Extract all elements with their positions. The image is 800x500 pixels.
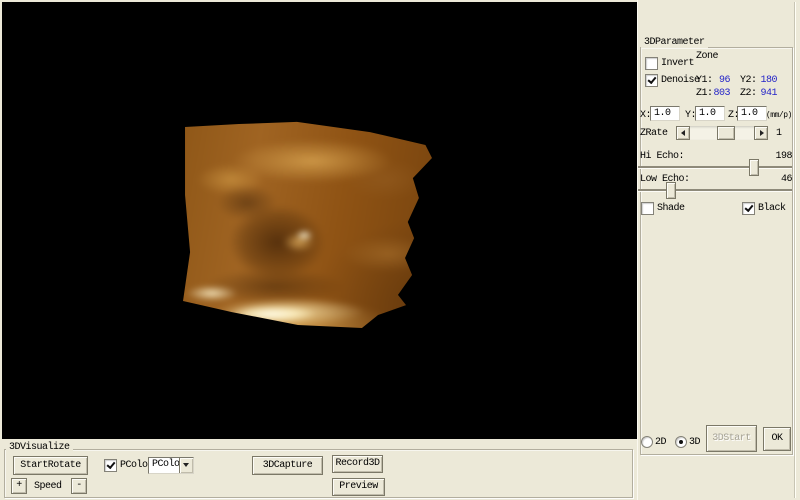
- mode-3d-radio[interactable]: [675, 436, 687, 448]
- zone-y2-value: 180: [753, 76, 777, 86]
- ok-button[interactable]: OK: [763, 427, 791, 451]
- hi-echo-value: 198: [768, 152, 792, 162]
- dropdown-arrow-icon[interactable]: [179, 458, 193, 473]
- zrate-left-arrow-icon[interactable]: [676, 126, 690, 140]
- zone-y1-value: 96: [706, 76, 730, 86]
- zrate-label: ZRate: [640, 129, 668, 139]
- low-echo-value: 46: [768, 175, 792, 185]
- mode-3d-label: 3D: [689, 438, 700, 448]
- black-label: Black: [758, 204, 786, 214]
- pcolor-dropdown[interactable]: PColor: [148, 457, 194, 474]
- zone-title: Zone: [696, 52, 718, 62]
- denoise-label: Denoise: [661, 76, 700, 86]
- app-window: 3DParameter Invert Denoise Zone X1: 104 …: [0, 0, 800, 500]
- low-echo-label: Low Echo:: [640, 175, 690, 185]
- mode-2d-label: 2D: [655, 438, 666, 448]
- 3d-viewport[interactable]: [2, 2, 637, 439]
- 3dstart-button[interactable]: 3DStart: [706, 425, 757, 452]
- start-rotate-button[interactable]: StartRotate: [13, 456, 88, 475]
- zone-z1-value: 803: [706, 89, 730, 99]
- z-scale-input[interactable]: [737, 106, 767, 121]
- zrate-right-arrow-icon[interactable]: [754, 126, 768, 140]
- preview-button[interactable]: Preview: [332, 478, 385, 496]
- denoise-checkbox[interactable]: [645, 74, 658, 87]
- pcolor-checkbox[interactable]: [104, 459, 117, 472]
- 3dparameter-title: 3DParameter: [641, 38, 708, 48]
- zrate-scrollbar[interactable]: [676, 126, 768, 140]
- speed-plus-button[interactable]: +: [11, 478, 27, 494]
- zrate-value: 1: [776, 129, 782, 139]
- zrate-scrollbar-thumb[interactable]: [717, 126, 735, 140]
- zone-z2-value: 941: [753, 89, 777, 99]
- scale-unit-label: (mm/p): [766, 111, 792, 121]
- speed-minus-button[interactable]: -: [71, 478, 87, 494]
- low-echo-slider-thumb[interactable]: [666, 182, 676, 199]
- 3dvisualize-title: 3DVisualize: [6, 443, 73, 453]
- hi-echo-slider[interactable]: [638, 166, 792, 169]
- invert-checkbox[interactable]: [645, 57, 658, 70]
- shade-checkbox[interactable]: [641, 202, 654, 215]
- y-scale-input[interactable]: [695, 106, 725, 121]
- zone-row: X1: 104 X2: 189: [696, 63, 792, 73]
- speed-label: Speed: [34, 482, 62, 492]
- hi-echo-label: Hi Echo:: [640, 152, 684, 162]
- hi-echo-slider-thumb[interactable]: [749, 159, 759, 176]
- invert-label: Invert: [661, 59, 694, 69]
- mode-2d-radio[interactable]: [641, 436, 653, 448]
- 3dcapture-button[interactable]: 3DCapture: [252, 456, 323, 475]
- low-echo-slider[interactable]: [638, 189, 792, 192]
- x-scale-input[interactable]: [650, 106, 680, 121]
- ultrasound-volume-render: [181, 120, 433, 332]
- record3d-button[interactable]: Record3D: [332, 455, 383, 473]
- shade-label: Shade: [657, 204, 685, 214]
- black-checkbox[interactable]: [742, 202, 755, 215]
- ultrasound-texture: [171, 110, 443, 342]
